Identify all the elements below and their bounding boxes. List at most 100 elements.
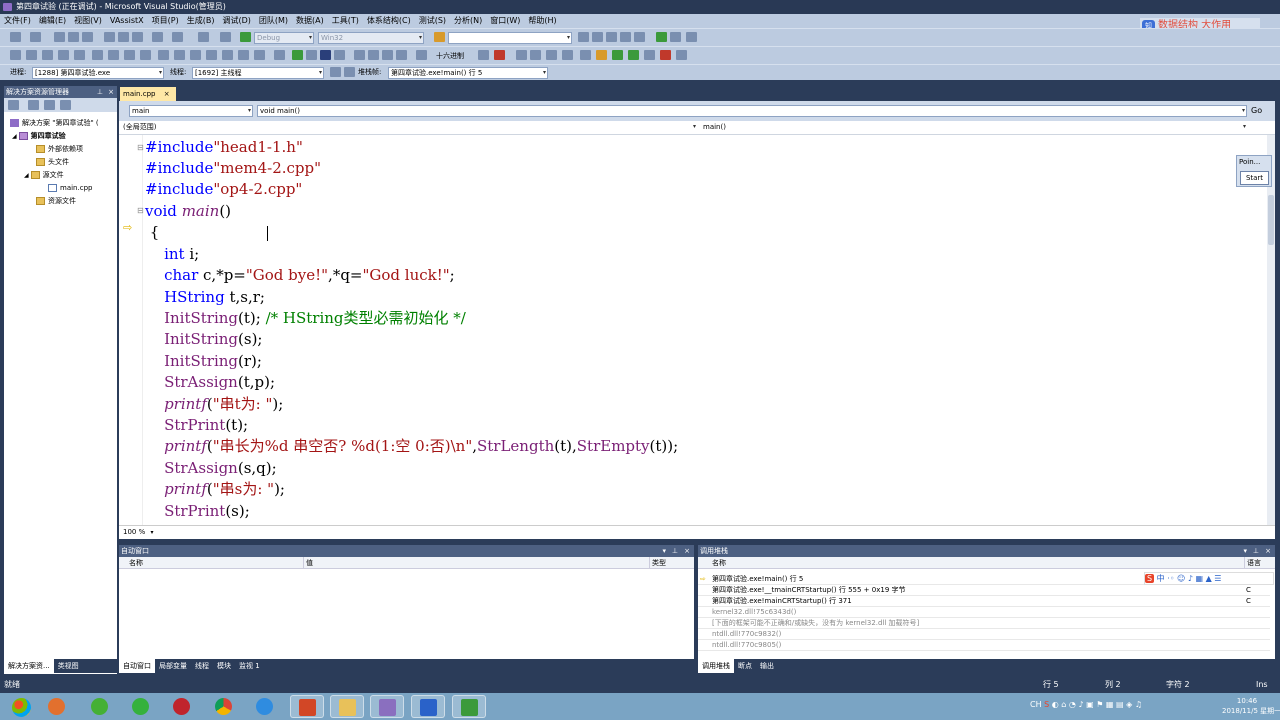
comment-icon[interactable] — [58, 50, 69, 60]
platform-select[interactable]: Win32 ▾ — [318, 32, 424, 44]
taskbar-app-360[interactable] — [127, 695, 155, 718]
call-stack-row[interactable]: kernel32.dll!75c6343d() — [698, 607, 1270, 618]
menu-team[interactable]: 团队(M) — [255, 14, 292, 28]
taskbar-app-visual-studio[interactable] — [411, 695, 445, 718]
tab-call-stack[interactable]: 调用堆栈 — [698, 659, 734, 673]
taskbar-app-window[interactable] — [452, 695, 486, 718]
paste-icon[interactable] — [132, 32, 143, 42]
find-icon[interactable] — [578, 32, 589, 42]
close-icon[interactable]: × — [108, 86, 114, 98]
menu-test[interactable]: 测试(S) — [415, 14, 450, 28]
tree-resource-files[interactable]: 资源文件 — [36, 195, 76, 207]
member-select[interactable]: main() ▾ — [701, 122, 1247, 134]
show-all-files-icon[interactable] — [28, 100, 39, 110]
call-stack-row[interactable]: ntdll.dll!770c9832() — [698, 629, 1270, 640]
pin-icon[interactable]: ⊥ — [97, 86, 103, 98]
clear-bookmark-icon[interactable] — [140, 50, 151, 60]
step-over-icon[interactable] — [382, 50, 393, 60]
start-debug-icon[interactable] — [240, 32, 251, 42]
tab-modules[interactable]: 模块 — [213, 659, 235, 673]
extension-manager-icon[interactable] — [670, 32, 681, 42]
vax-icon-10[interactable] — [660, 50, 671, 60]
outline-collapse-icon[interactable]: ⊟ — [137, 206, 144, 215]
config-select[interactable]: Debug ▾ — [254, 32, 314, 44]
toggle-icon[interactable] — [10, 50, 21, 60]
hex-icon[interactable] — [416, 50, 427, 60]
tab-output[interactable]: 输出 — [756, 659, 778, 673]
menu-debug[interactable]: 调试(D) — [218, 14, 254, 28]
vax-icon-3[interactable] — [546, 50, 557, 60]
outdent-icon[interactable] — [42, 50, 53, 60]
sogou-ime-icon[interactable]: S — [1145, 574, 1155, 583]
bookmark-icon[interactable] — [92, 50, 103, 60]
taskbar-app-chrome[interactable] — [210, 695, 238, 718]
find-in-files-icon[interactable] — [434, 32, 445, 42]
copy-icon[interactable] — [118, 32, 129, 42]
show-next-statement-icon[interactable] — [354, 50, 365, 60]
menu-view[interactable]: 视图(V) — [70, 14, 106, 28]
grid-icon[interactable] — [254, 50, 265, 60]
outline-collapse-icon[interactable]: ⊟ — [137, 143, 144, 152]
window-menu-icon[interactable]: ▾ — [1243, 545, 1247, 557]
close-icon[interactable]: × — [1265, 545, 1271, 557]
call-stack-row[interactable]: 第四章试验.exe!__tmainCRTStartup() 行 555 + 0x… — [698, 585, 1270, 596]
collapse-arrow-icon[interactable]: ◢ — [24, 172, 29, 179]
restart-icon[interactable] — [334, 50, 345, 60]
ime-mode-icon[interactable]: 中 ·◦ ☺ ♪ ▦ ▲ ☰ — [1157, 574, 1222, 583]
start-button[interactable] — [4, 695, 38, 718]
col-language[interactable]: 语言 — [1244, 557, 1261, 569]
navigate-back-icon[interactable] — [198, 32, 209, 42]
save-icon[interactable] — [68, 32, 79, 42]
tree-main-cpp[interactable]: main.cpp — [48, 182, 92, 194]
col-name[interactable]: 名称 — [129, 557, 143, 569]
menu-build[interactable]: 生成(B) — [183, 14, 219, 28]
close-icon[interactable]: × — [684, 545, 690, 557]
tab-solution-explorer[interactable]: 解决方案资... — [4, 659, 54, 673]
indent-icon[interactable] — [26, 50, 37, 60]
start-page-icon[interactable] — [656, 32, 667, 42]
task-icon[interactable] — [174, 50, 185, 60]
tree-header-files[interactable]: 头文件 — [36, 156, 69, 168]
taskbar-app-ie[interactable] — [251, 695, 279, 718]
add-item-icon[interactable] — [30, 32, 41, 42]
undo-icon[interactable] — [152, 32, 163, 42]
tab-breakpoints[interactable]: 断点 — [734, 659, 756, 673]
find-combo[interactable]: ▾ — [448, 32, 572, 44]
solution-explorer-icon[interactable] — [592, 32, 603, 42]
process-select[interactable]: [1288] 第四章试验.exe ▾ — [32, 67, 164, 79]
properties-icon[interactable] — [606, 32, 617, 42]
start-button[interactable]: Start — [1240, 171, 1269, 185]
step-into-icon[interactable] — [368, 50, 379, 60]
call-stack-row[interactable]: [下面的框架可能不正确和/或缺失，没有为 kernel32.dll 加载符号] — [698, 618, 1270, 629]
menu-project[interactable]: 项目(P) — [148, 14, 183, 28]
vax-icon-5[interactable] — [580, 50, 591, 60]
toolbox-icon[interactable] — [634, 32, 645, 42]
editor-vertical-scrollbar[interactable] — [1267, 135, 1275, 525]
flag-filter-icon[interactable] — [344, 67, 355, 77]
vax-icon-1[interactable] — [516, 50, 527, 60]
hex-display-button[interactable]: 十六进制 — [436, 51, 464, 61]
menu-window[interactable]: 窗口(W) — [486, 14, 524, 28]
cut-icon[interactable] — [104, 32, 115, 42]
window-menu-icon[interactable]: ▾ — [662, 545, 666, 557]
editor-gutter[interactable]: ⇨ ⊟ ⊟ — [119, 135, 144, 525]
flag-icon[interactable] — [330, 67, 341, 77]
menu-help[interactable]: 帮助(H) — [524, 14, 560, 28]
call-stack-row[interactable]: ntdll.dll!770c9805() — [698, 640, 1270, 651]
open-file-icon[interactable] — [54, 32, 65, 42]
close-tab-icon[interactable]: × — [164, 90, 170, 98]
size-icon[interactable] — [238, 50, 249, 60]
tab-locals[interactable]: 局部变量 — [155, 659, 191, 673]
col-name[interactable]: 名称 — [712, 557, 726, 569]
vax-icon-6[interactable] — [596, 50, 607, 60]
menu-edit[interactable]: 编辑(E) — [35, 14, 70, 28]
layout-icon[interactable] — [190, 50, 201, 60]
next-bookmark-icon[interactable] — [124, 50, 135, 60]
vax-icon-4[interactable] — [562, 50, 573, 60]
pin-icon[interactable]: ⊥ — [672, 545, 678, 557]
vax-icon-2[interactable] — [530, 50, 541, 60]
collapse-arrow-icon[interactable]: ◢ — [12, 133, 17, 140]
scope-select[interactable]: (全局范围) ▾ — [121, 122, 697, 134]
menu-architecture[interactable]: 体系结构(C) — [363, 14, 415, 28]
taskbar-app-video[interactable] — [168, 695, 196, 718]
